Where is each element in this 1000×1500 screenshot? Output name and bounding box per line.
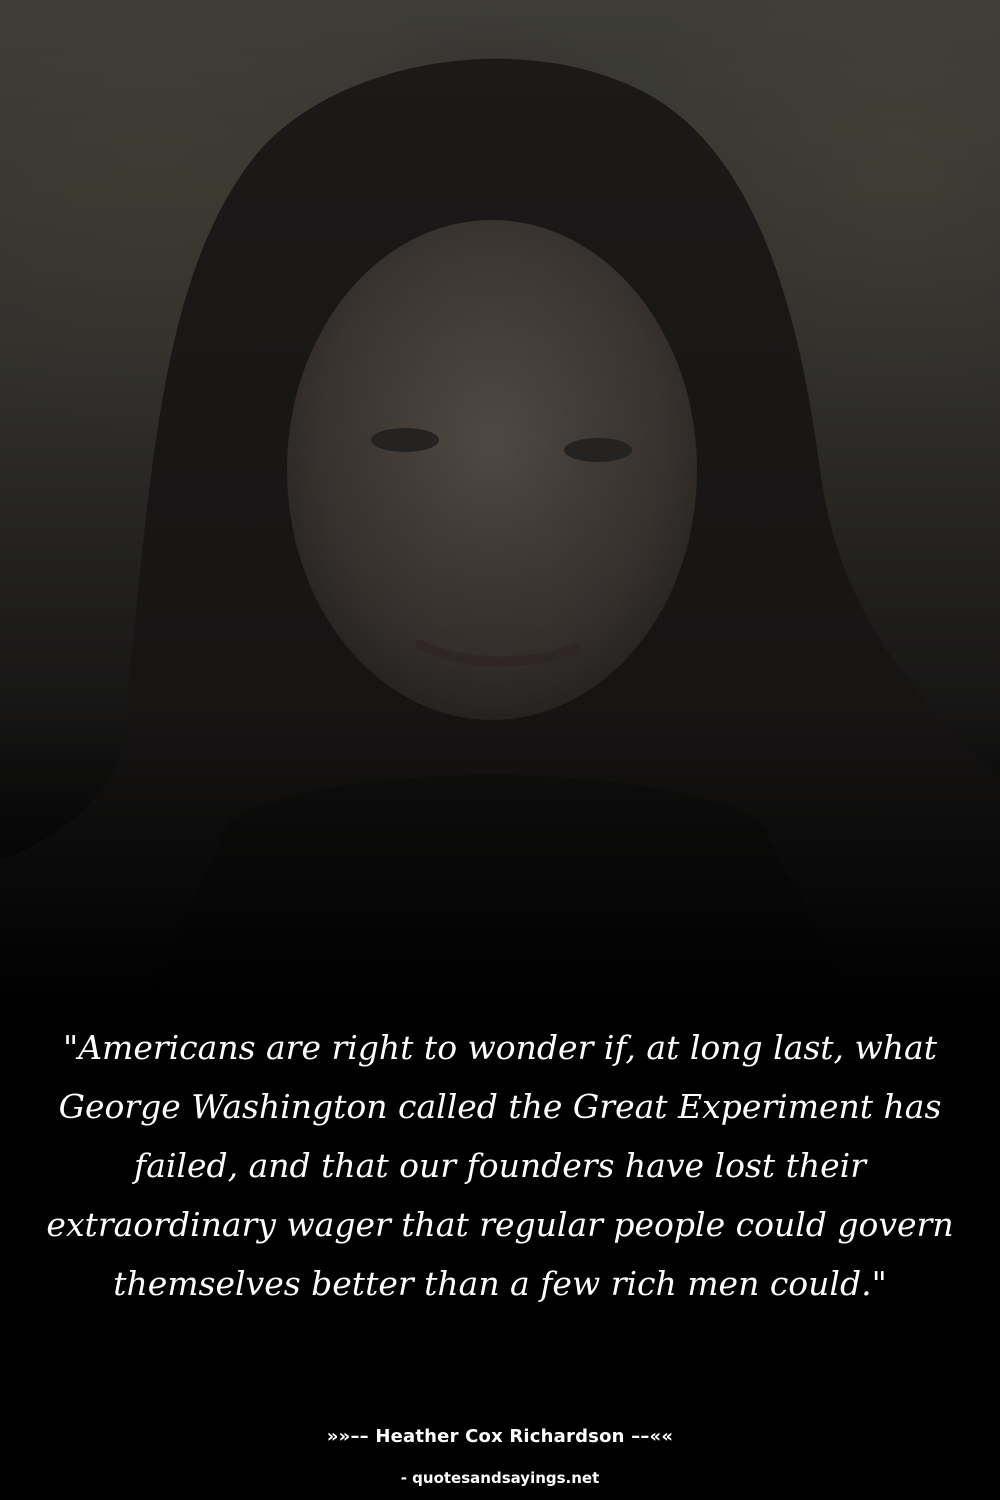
portrait-photo (0, 0, 1000, 1010)
quote-author: »»–– Heather Cox Richardson ––«« (326, 1426, 674, 1447)
source-website[interactable]: - quotesandsayings.net (0, 1467, 1000, 1489)
portrait-illustration (0, 0, 1000, 1010)
quote-text: "Americans are right to wonder if, at lo… (46, 1028, 954, 1303)
